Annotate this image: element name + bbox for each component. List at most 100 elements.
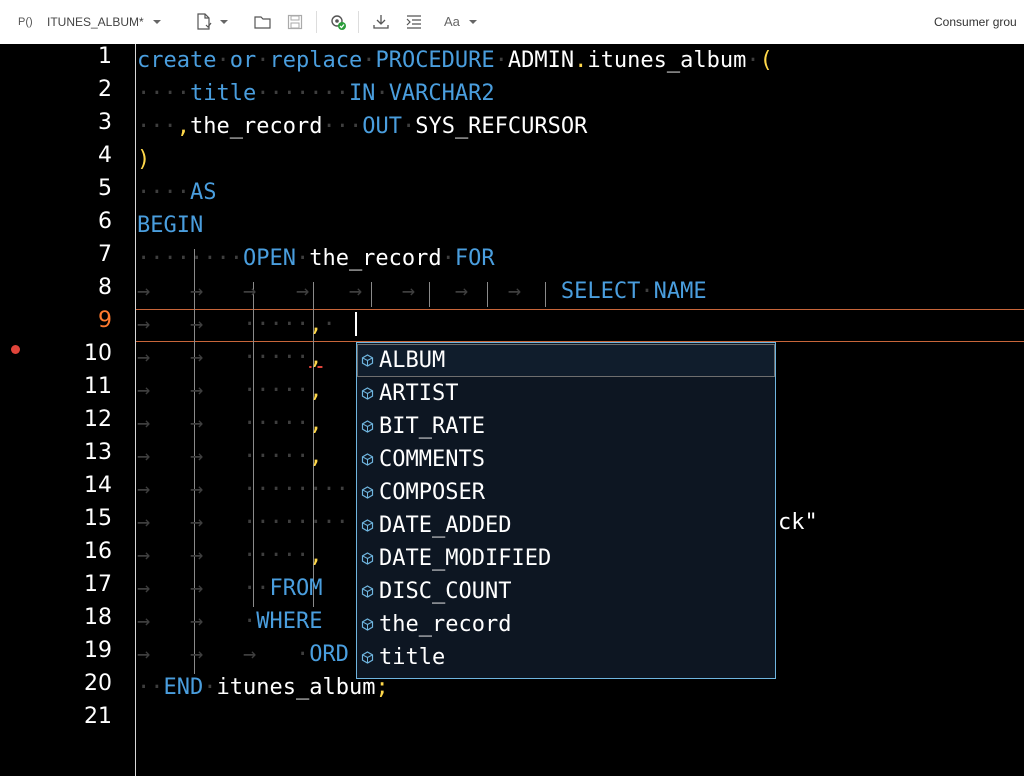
column-icon [361, 420, 374, 433]
download-icon[interactable] [372, 13, 390, 31]
keyword-create: create [137, 48, 217, 73]
keyword-open: OPEN [242, 246, 296, 271]
dot-punct: . [574, 48, 588, 73]
autocomplete-item-composer[interactable]: COMPOSER [357, 476, 775, 509]
autocomplete-label: COMMENTS [379, 447, 485, 472]
procedure-type-label: P() [18, 16, 33, 28]
autocomplete-label: DATE_MODIFIED [379, 546, 552, 571]
comma: , [309, 345, 323, 370]
code-line-15: → → ········ [137, 510, 349, 535]
text-case-dropdown-icon[interactable] [468, 13, 478, 31]
editor-tab-title[interactable]: ITUNES_ALBUM* [47, 13, 144, 31]
line-number: 16 [84, 539, 112, 564]
procedure-name: itunes_album [587, 48, 747, 73]
code-line-3: ···,the_record···OUT·SYS_REFCURSOR [137, 114, 588, 139]
column-icon [361, 585, 374, 598]
autocomplete-item-date-modified[interactable]: DATE_MODIFIED [357, 542, 775, 575]
keyword-in: IN [348, 81, 376, 106]
keyword-select: SELECT [560, 279, 641, 304]
autocomplete-label: the_record [379, 612, 512, 637]
code-editor[interactable]: 1 2 3 4 5 6 7 8 9 10 11 12 13 14 15 16 1… [0, 44, 1024, 776]
comma: , [309, 312, 323, 337]
open-folder-icon[interactable] [254, 13, 272, 31]
line-number: 17 [84, 572, 112, 597]
keyword-begin: BEGIN [137, 213, 204, 238]
autocomplete-item-disc-count[interactable]: DISC_COUNT [357, 575, 775, 608]
line-number: 8 [98, 275, 112, 300]
param-the-record: the_record [190, 114, 323, 139]
line-number: 3 [98, 110, 112, 135]
code-line-19: → → → ·ORD [137, 642, 349, 667]
autocomplete-label: ALBUM [379, 348, 446, 373]
schema-name: ADMIN [507, 48, 575, 73]
keyword-from: FROM [269, 576, 323, 601]
compile-icon[interactable] [329, 13, 347, 31]
line-number: 21 [84, 704, 112, 729]
open-paren: ( [759, 48, 773, 73]
editor-toolbar: P() ITUNES_ALBUM* Aa Consumer grou [0, 0, 1024, 45]
save-icon[interactable] [287, 13, 303, 31]
autocomplete-item-title[interactable]: title [357, 641, 775, 674]
line-number: 12 [84, 407, 112, 432]
code-line-18: → → ·WHERE [137, 609, 323, 634]
comma: , [309, 411, 323, 436]
code-line-8: → → → → → → → → SELECT·NAME [137, 279, 707, 304]
code-line-7: ········OPEN·the_record·FOR [137, 246, 495, 271]
line-number: 19 [84, 638, 112, 663]
consumer-group-selector[interactable]: Consumer grou [934, 13, 1017, 31]
keyword-for: FOR [454, 246, 495, 271]
code-line-10: → → ·····, [137, 345, 323, 370]
code-line-6: BEGIN [137, 209, 203, 242]
line-number: 13 [84, 440, 112, 465]
keyword-end: END [163, 675, 204, 700]
autocomplete-label: DISC_COUNT [379, 579, 512, 604]
cursor-the-record: the_record [309, 246, 442, 271]
code-line-12: → → ·····, [137, 411, 323, 436]
breakpoint-marker[interactable] [11, 345, 20, 354]
text-case-icon[interactable]: Aa [444, 13, 460, 31]
column-icon [361, 618, 374, 631]
line-number: 4 [98, 143, 112, 168]
autocomplete-label: ARTIST [379, 381, 459, 406]
code-line-17: → → ··FROM [137, 576, 323, 601]
new-file-dropdown-icon[interactable] [219, 13, 229, 31]
keyword-out: OUT [362, 114, 402, 139]
new-file-icon[interactable] [196, 13, 212, 31]
code-line-13: → → ·····, [137, 444, 323, 469]
line-number: 18 [84, 605, 112, 630]
keyword-replace: replace [269, 48, 363, 73]
autocomplete-item-artist[interactable]: ARTIST [357, 377, 775, 410]
autocomplete-popup[interactable]: ALBUM ARTIST BIT_RATE COMMENTS COMPOSER … [356, 342, 776, 679]
line-number: 1 [98, 44, 112, 69]
line-number: 2 [98, 77, 112, 102]
type-sys-refcursor: SYS_REFCURSOR [415, 114, 588, 139]
procedure-name: itunes_album [216, 675, 376, 700]
column-icon [361, 651, 374, 664]
autocomplete-item-bit-rate[interactable]: BIT_RATE [357, 410, 775, 443]
gutter-divider [135, 44, 136, 776]
autocomplete-label: COMPOSER [379, 480, 485, 505]
line-number: 14 [84, 473, 112, 498]
autocomplete-label: title [379, 645, 446, 670]
column-icon [361, 552, 374, 565]
code-line-11: → → ·····, [137, 378, 323, 403]
type-varchar2: VARCHAR2 [388, 81, 495, 106]
toolbar-divider [358, 11, 359, 33]
tab-dropdown-icon[interactable] [152, 13, 162, 31]
autocomplete-item-comments[interactable]: COMMENTS [357, 443, 775, 476]
column-icon [361, 354, 374, 367]
code-line-14: → → ········ [137, 477, 349, 502]
column-icon [361, 453, 374, 466]
keyword-procedure: PROCEDURE [375, 48, 495, 73]
autocomplete-item-the-record[interactable]: the_record [357, 608, 775, 641]
autocomplete-item-date-added[interactable]: DATE_ADDED [357, 509, 775, 542]
autocomplete-item-album[interactable]: ALBUM [357, 344, 775, 377]
comma: , [176, 114, 190, 139]
close-paren: ) [137, 147, 151, 172]
autocomplete-label: DATE_ADDED [379, 513, 512, 538]
column-icon [361, 519, 374, 532]
code-line-20: ··END·itunes_album; [137, 675, 389, 700]
line-number: 15 [84, 506, 112, 531]
format-indent-icon[interactable] [405, 13, 423, 31]
keyword-or: or [229, 48, 257, 73]
